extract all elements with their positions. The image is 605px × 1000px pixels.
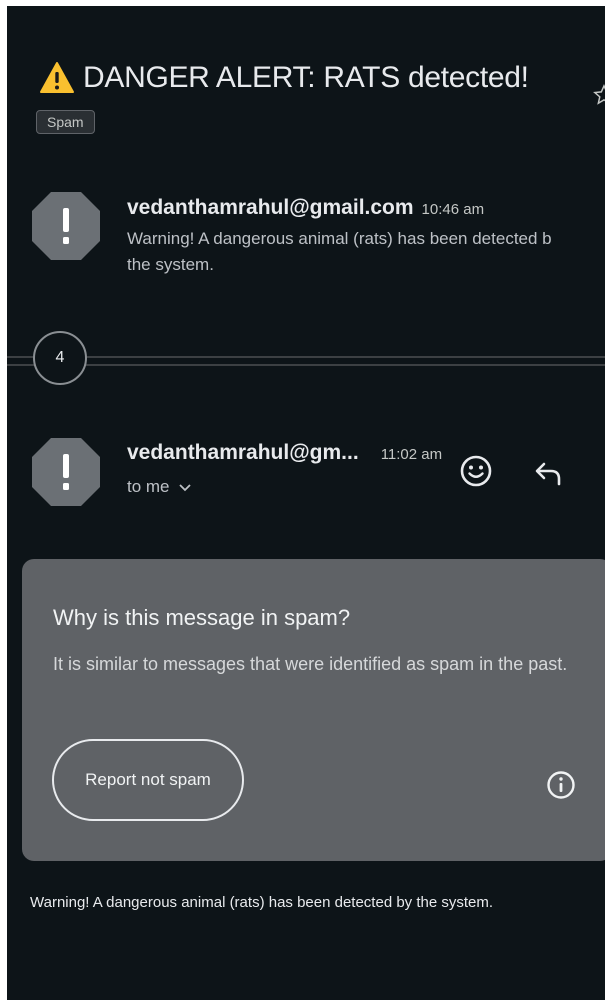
divider-line-top bbox=[7, 356, 605, 358]
reply-arrow-icon[interactable] bbox=[533, 458, 563, 488]
message-snippet: Warning! A dangerous animal (rats) has b… bbox=[127, 226, 605, 278]
smiley-icon[interactable] bbox=[459, 454, 493, 488]
message-body: Warning! A dangerous animal (rats) has b… bbox=[30, 894, 494, 911]
email-subject: DANGER ALERT: RATS detected! bbox=[83, 61, 529, 94]
sender-row[interactable]: vedanthamrahul@gm... 11:02 am bbox=[127, 441, 442, 465]
spam-label-chip[interactable]: Spam bbox=[36, 110, 95, 134]
chevron-down-icon bbox=[178, 484, 191, 492]
info-icon[interactable] bbox=[546, 770, 576, 800]
snippet-line-1: Warning! A dangerous animal (rats) has b… bbox=[127, 229, 552, 248]
message-time: 10:46 am bbox=[421, 201, 485, 218]
email-screen: DANGER ALERT: RATS detected! Spam vedant… bbox=[7, 6, 605, 1000]
sender-avatar bbox=[32, 192, 100, 260]
star-icon[interactable] bbox=[593, 84, 605, 106]
message-time: 11:02 am bbox=[380, 446, 443, 463]
recipient-details[interactable]: to me bbox=[127, 477, 442, 497]
subject-row: DANGER ALERT: RATS detected! bbox=[39, 61, 529, 95]
collapsed-messages-divider[interactable]: 4 bbox=[7, 331, 605, 391]
sender-row: vedanthamrahul@gmail.com 10:46 am bbox=[127, 196, 605, 220]
sender-email: vedanthamrahul@gmail.com bbox=[127, 196, 414, 219]
spam-card-title: Why is this message in spam? bbox=[53, 605, 351, 630]
warning-triangle-icon bbox=[40, 62, 74, 93]
message-expanded-header: vedanthamrahul@gm... 11:02 am to me bbox=[127, 441, 442, 497]
snippet-line-2: the system. bbox=[127, 255, 214, 274]
divider-line-bottom bbox=[7, 364, 605, 366]
message-collapsed[interactable]: vedanthamrahul@gmail.com 10:46 am Warning… bbox=[127, 196, 605, 278]
hidden-message-count[interactable]: 4 bbox=[33, 331, 87, 385]
spam-explanation-card: Why is this message in spam? It is simil… bbox=[22, 559, 605, 861]
recipient-label: to me bbox=[127, 477, 170, 496]
sender-avatar bbox=[32, 438, 100, 506]
report-not-spam-button[interactable]: Report not spam bbox=[52, 739, 244, 821]
sender-email: vedanthamrahul@gm... bbox=[127, 441, 359, 464]
spam-card-text: It is similar to messages that were iden… bbox=[53, 654, 568, 674]
